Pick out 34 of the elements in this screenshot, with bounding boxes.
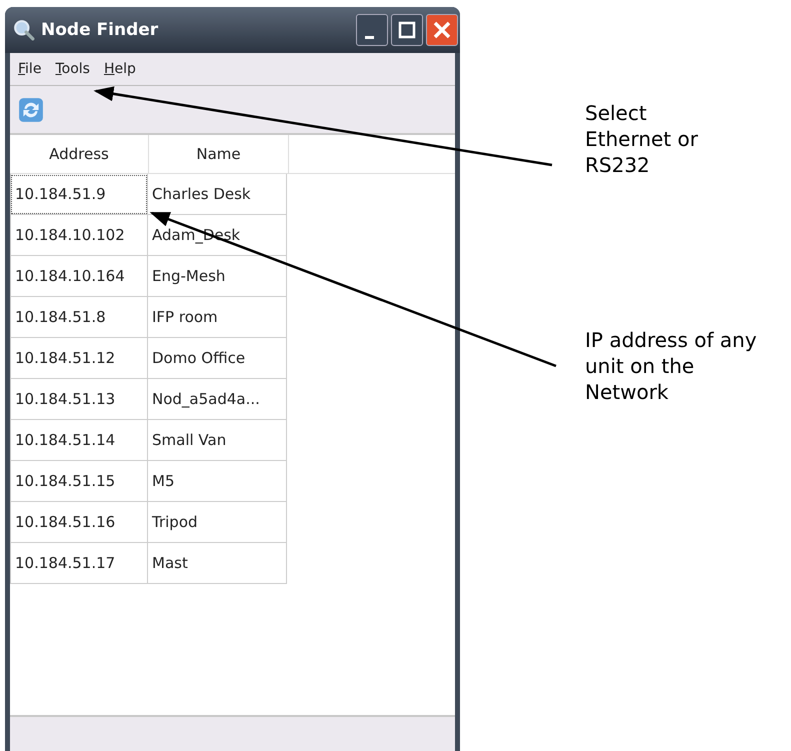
column-header[interactable]: Name bbox=[149, 135, 289, 173]
name-cell[interactable]: IFP room bbox=[148, 297, 287, 338]
window-title: Node Finder bbox=[41, 20, 160, 40]
magnifier-icon bbox=[13, 19, 35, 41]
minimize-icon bbox=[364, 36, 374, 38]
address-cell[interactable]: 10.184.51.13 bbox=[10, 379, 148, 420]
menu-item[interactable]: Tools bbox=[55, 61, 90, 77]
minimize-button[interactable] bbox=[356, 14, 388, 46]
address-cell[interactable]: 10.184.51.8 bbox=[10, 297, 148, 338]
column-header[interactable]: Address bbox=[10, 135, 149, 173]
close-button[interactable] bbox=[426, 14, 458, 46]
menu-item[interactable]: Help bbox=[104, 61, 136, 77]
name-cell[interactable]: Small Van bbox=[148, 420, 287, 461]
name-cell[interactable]: Nod_a5ad4a... bbox=[148, 379, 287, 420]
maximize-button[interactable] bbox=[391, 14, 423, 46]
annotation-text: IP address of any unit on the Network bbox=[585, 327, 758, 405]
name-cell[interactable]: Charles Desk bbox=[148, 174, 287, 215]
name-cell[interactable]: M5 bbox=[148, 461, 287, 502]
name-cell[interactable]: Eng-Mesh bbox=[148, 256, 287, 297]
address-cell[interactable]: 10.184.51.15 bbox=[10, 461, 148, 502]
address-cell[interactable]: 10.184.10.102 bbox=[10, 215, 148, 256]
address-cell[interactable]: 10.184.51.16 bbox=[10, 502, 148, 543]
address-cell[interactable]: 10.184.10.164 bbox=[10, 256, 148, 297]
name-cell[interactable]: Domo Office bbox=[148, 338, 287, 379]
maximize-icon bbox=[397, 20, 417, 40]
close-icon bbox=[432, 20, 452, 40]
address-cell[interactable]: 10.184.51.9 bbox=[10, 174, 148, 215]
address-cell[interactable]: 10.184.51.17 bbox=[10, 543, 148, 584]
address-cell[interactable]: 10.184.51.12 bbox=[10, 338, 148, 379]
menu-item[interactable]: File bbox=[18, 61, 42, 77]
address-cell[interactable]: 10.184.51.14 bbox=[10, 420, 148, 461]
annotation-text: Select Ethernet or RS232 bbox=[585, 100, 699, 178]
name-cell[interactable]: Mast bbox=[148, 543, 287, 584]
name-cell[interactable]: Tripod bbox=[148, 502, 287, 543]
